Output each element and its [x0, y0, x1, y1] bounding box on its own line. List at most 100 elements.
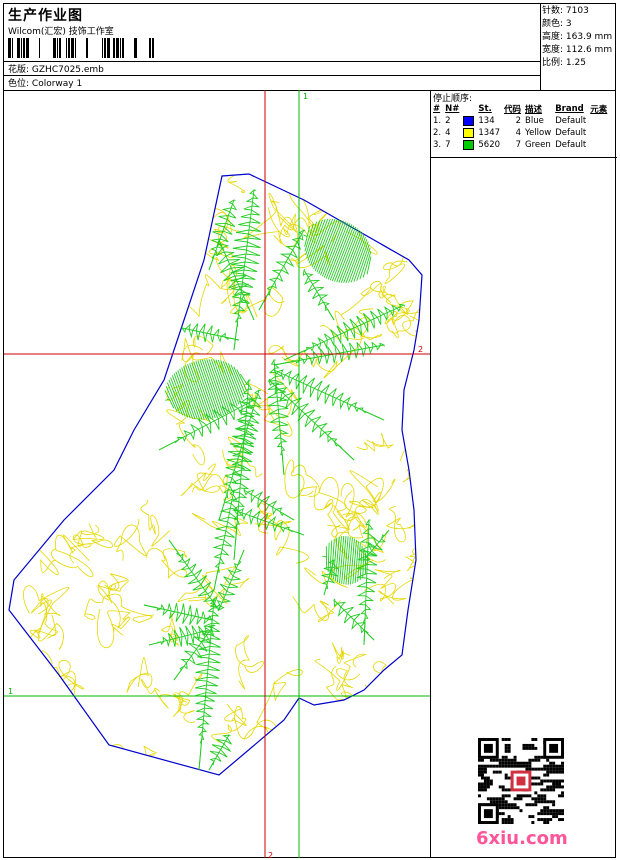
guide-label-vgreen: 1: [303, 92, 308, 101]
row-index: 2.: [433, 128, 442, 138]
row-swatch: [461, 115, 476, 127]
fill-swirl: [418, 510, 422, 536]
fill-swirl: [25, 724, 68, 748]
leaf-frond: [194, 599, 221, 771]
fill-swirl: [29, 643, 61, 691]
stat-width: 宽度: 112.6 mm: [542, 45, 613, 55]
fill-swirl: [186, 274, 235, 317]
leaf-frond: [143, 603, 213, 625]
fill-swirl: [127, 291, 162, 318]
fill-swirl: [325, 665, 361, 705]
row-element: [588, 127, 609, 139]
fill-swirl: [356, 433, 394, 452]
fill-swirl: [146, 547, 188, 580]
leaf-frond: [181, 323, 240, 343]
fill-hatch: [233, 366, 246, 395]
fill-swirl: [286, 742, 332, 775]
leaf-frond: [230, 189, 262, 351]
fill-swirl: [32, 174, 83, 192]
fill-swirl: [298, 486, 342, 538]
fill-swirl: [92, 339, 128, 372]
fill-swirl: [98, 182, 134, 216]
page-title: 生产作业图: [8, 8, 83, 24]
fill-swirl: [384, 681, 411, 728]
color-swatch: [463, 127, 475, 138]
row-element: [588, 139, 609, 151]
fill-swirl: [368, 174, 417, 204]
fill-hatch: [322, 555, 327, 558]
leaf-stem: [273, 344, 385, 366]
table-row: 3. 7 5620 7 Green Default: [431, 139, 609, 151]
fill-swirl: [12, 709, 42, 754]
table-row: 2. 4 1347 4 Yellow Default: [431, 127, 609, 139]
colorway-label: 色位:: [8, 79, 30, 89]
row-code: 4: [515, 128, 522, 138]
leaf-stem: [233, 509, 305, 536]
fill-swirl: [35, 770, 94, 775]
design-value: GZHC7025.emb: [31, 65, 104, 75]
color-swatch: [463, 115, 475, 126]
row-needle: 7: [445, 140, 451, 150]
row-stitches: 134: [478, 116, 495, 126]
fill-swirl: [72, 524, 113, 549]
col-stitches: St.: [478, 104, 492, 114]
fill-swirl: [126, 657, 156, 694]
leaf-stem: [143, 604, 213, 621]
table-header-row: # N# St. 代码 描述 Brand 元素: [431, 103, 609, 115]
watermark: 6xiu.com: [476, 828, 568, 849]
qr-code: [478, 738, 564, 824]
row-brand: Default: [555, 128, 587, 138]
colorway: 色位: Colorway 1: [8, 76, 82, 89]
fill-swirl: [27, 182, 58, 225]
fill-swirl: [180, 463, 220, 497]
row-needle: 4: [445, 128, 451, 138]
row-stitches: 5620: [478, 140, 501, 150]
col-needle: N#: [445, 104, 460, 114]
fill-swirl: [331, 642, 351, 664]
barcode: [8, 38, 154, 58]
row-swatch: [461, 127, 476, 139]
fill-swirl: [23, 585, 70, 650]
fill-swirl: [97, 573, 129, 629]
fill-hatch: [225, 361, 242, 403]
color-sequence-table: # N# St. 代码 描述 Brand 元素 1. 2 134 2 Blue Defau…: [431, 103, 609, 151]
fill-swirl: [130, 223, 171, 253]
col-swatch: [461, 103, 476, 115]
row-brand: Default: [555, 140, 587, 150]
fill-swirl: [108, 174, 160, 218]
fill-swirl: [31, 754, 80, 775]
fill-swirl: [224, 708, 287, 765]
company-name: Wilcom(汇宏) 技饰工作室: [8, 27, 114, 37]
fill-swirl: [284, 459, 320, 499]
row-swatch: [461, 139, 476, 151]
fill-swirl: [378, 577, 422, 605]
guide-label-hgreen: 1: [8, 687, 13, 696]
leaf-stem: [303, 269, 335, 321]
fill-swirl: [292, 596, 341, 623]
row-desc: Blue: [525, 116, 544, 126]
fill-hatch: [222, 361, 240, 405]
fill-swirl: [370, 280, 396, 303]
stat-height: 高度: 163.9 mm: [542, 32, 613, 42]
row-element: [588, 115, 609, 127]
fill-swirl: [166, 406, 211, 466]
fill-swirl: [349, 470, 384, 512]
embroidery-canvas: 1 2 2 1: [4, 90, 430, 858]
col-element: 元素: [590, 105, 608, 115]
leaf-stem: [218, 549, 245, 611]
fill-swirl: [9, 409, 55, 435]
header: 生产作业图 Wilcom(汇宏) 技饰工作室 花版: GZHC7025.emb …: [4, 4, 616, 91]
design-file: 花版: GZHC7025.emb: [8, 62, 104, 75]
fill-swirl: [314, 653, 368, 691]
fill-swirl: [379, 738, 409, 775]
table-row: 1. 2 134 2 Blue Default: [431, 115, 609, 127]
fill-swirl: [96, 608, 131, 649]
fill-swirl: [172, 772, 214, 775]
fill-swirl: [98, 296, 167, 315]
row-code: 7: [515, 140, 522, 150]
fill-swirl: [364, 569, 401, 602]
production-sheet: 生产作业图 Wilcom(汇宏) 技饰工作室 花版: GZHC7025.emb …: [3, 3, 617, 858]
header-info: 生产作业图 Wilcom(汇宏) 技饰工作室 花版: GZHC7025.emb …: [4, 4, 541, 90]
fill-swirl: [211, 703, 247, 743]
stat-scale: 比例: 1.25: [542, 58, 586, 68]
